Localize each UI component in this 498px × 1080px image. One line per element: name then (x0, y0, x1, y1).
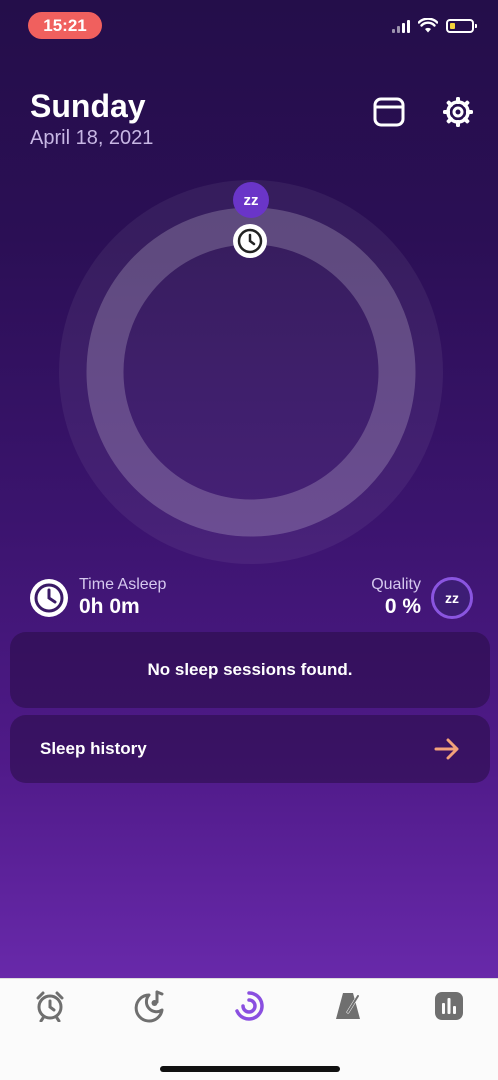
tab-statistics[interactable] (432, 989, 466, 1023)
tab-bar (0, 978, 498, 1080)
date-subtitle: April 18, 2021 (30, 127, 154, 149)
no-sessions-message: No sleep sessions found. (147, 660, 353, 679)
quality-label: Quality (371, 576, 421, 593)
status-time: 15:21 (28, 12, 102, 39)
zz-icon: zz (243, 191, 259, 209)
battery-icon (446, 18, 477, 33)
sleep-history-label: Sleep history (40, 739, 147, 758)
sleep-history-button[interactable]: Sleep history (10, 715, 490, 783)
cellular-signal-icon (392, 19, 410, 33)
clock-icon (237, 228, 263, 254)
time-asleep-label: Time Asleep (79, 576, 167, 593)
settings-button[interactable] (440, 94, 476, 130)
calendar-icon (373, 97, 405, 127)
sleep-stats: Time Asleep 0h 0m Quality 0 % zz (28, 576, 473, 622)
quality-value: 0 % (384, 595, 421, 618)
metronome-icon (336, 993, 360, 1019)
sleep-start-handle[interactable]: zz (233, 182, 269, 218)
tab-sleep-tracker[interactable] (232, 989, 266, 1023)
no-sessions-card: No sleep sessions found. (10, 632, 490, 708)
arrow-right-icon (434, 738, 459, 760)
alarm-clock-icon (36, 991, 64, 1022)
status-icons (392, 18, 477, 33)
tab-metronome[interactable] (331, 989, 365, 1023)
time-asleep-value: 0h 0m (79, 595, 140, 618)
clock-icon (30, 578, 68, 617)
day-title: Sunday (30, 88, 146, 124)
tab-sounds[interactable] (133, 989, 167, 1023)
moon-music-icon (134, 990, 164, 1023)
wake-time-handle[interactable] (233, 224, 267, 258)
gear-icon (443, 97, 473, 127)
quality-badge-icon: zz (431, 576, 473, 619)
calendar-button[interactable] (371, 94, 407, 130)
date-header: Sunday April 18, 2021 (30, 88, 153, 150)
statistics-icon (435, 992, 463, 1020)
status-bar: 15:21 (0, 0, 498, 50)
sleep-ring-icon (235, 991, 264, 1021)
tab-alarm[interactable] (33, 989, 67, 1023)
wifi-icon (418, 18, 438, 33)
home-indicator (160, 1066, 340, 1072)
quality: Quality 0 % zz (371, 576, 473, 619)
time-asleep: Time Asleep 0h 0m (28, 576, 166, 619)
battery-level (450, 22, 455, 29)
